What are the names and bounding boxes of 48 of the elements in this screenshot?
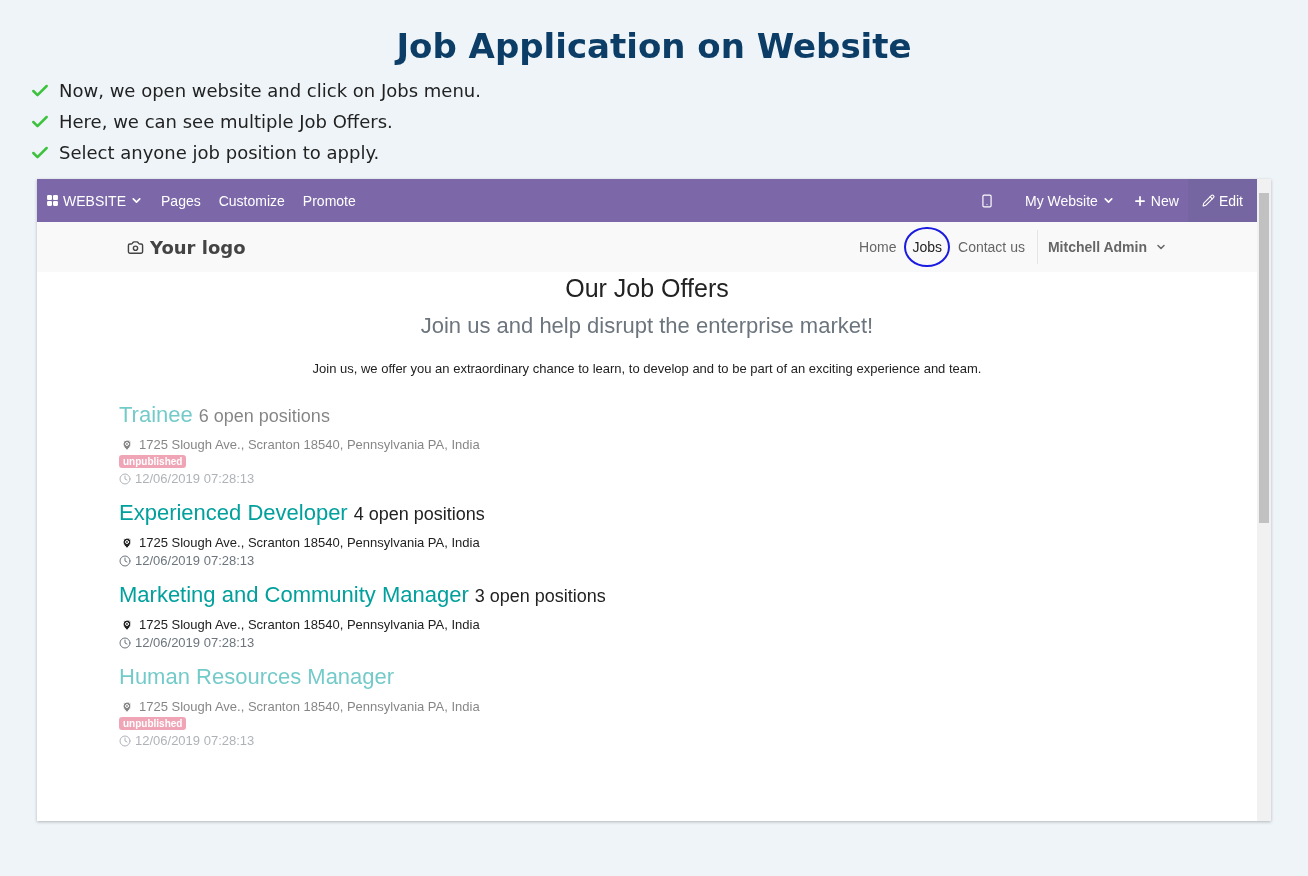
unpublished-badge: unpublished (119, 455, 187, 468)
job-date: 12/06/2019 07:28:13 (135, 471, 255, 486)
new-button[interactable]: New (1123, 179, 1188, 222)
nav-link[interactable]: Home (851, 237, 905, 257)
apps-menu[interactable]: WEBSITE (37, 179, 152, 222)
pencil-icon (1201, 194, 1215, 207)
nav-link[interactable]: Jobs (904, 227, 950, 267)
job-address: 1725 Slough Ave., Scranton 18540, Pennsylvania PA, India (139, 699, 480, 714)
dropdown-button[interactable]: My Website (1016, 179, 1124, 222)
admin-menu-item[interactable]: Customize (209, 179, 294, 222)
job-date: 12/06/2019 07:28:13 (135, 635, 255, 650)
nav-link[interactable]: Contact us (950, 237, 1033, 257)
clock-icon (119, 554, 131, 567)
map-pin-icon (121, 438, 133, 451)
admin-menu-item[interactable]: Promote (293, 179, 365, 222)
job-date: 12/06/2019 07:28:13 (135, 733, 255, 748)
open-positions-count: 4 open positions (353, 504, 485, 525)
job-date: 12/06/2019 07:28:13 (135, 553, 255, 568)
plus-icon (1132, 193, 1147, 208)
clock-icon (119, 472, 131, 485)
page-heading: Our Job Offers (564, 274, 730, 303)
job-title-link[interactable]: Marketing and Community Manager (119, 582, 469, 608)
edit-button[interactable]: Edit (1187, 179, 1257, 222)
user-menu[interactable]: Mitchell Admin (1036, 230, 1167, 264)
job-address: 1725 Slough Ave., Scranton 18540, Pennsylvania PA, India (139, 617, 480, 632)
scrollbar[interactable] (1257, 179, 1271, 821)
map-pin-icon (121, 618, 133, 631)
admin-menu-item[interactable]: Pages (152, 179, 210, 222)
open-positions-count: 3 open positions (474, 586, 606, 607)
step-text: Here, we can see multiple Job Offers. (59, 111, 393, 132)
intro-text: Join us, we offer you an extraordinary chance to learn, to develop and to be part of an exciting experience and team. (311, 361, 983, 376)
clock-icon (119, 636, 131, 649)
site-logo[interactable]: Your logo (150, 236, 246, 258)
open-positions-count: 6 open positions (198, 406, 330, 427)
page-title: Job Application on Website (393, 26, 913, 66)
camera-icon (127, 238, 144, 256)
unpublished-badge: unpublished (119, 717, 187, 730)
page-subheading: Join us and help disrupt the enterprise market! (419, 313, 875, 339)
grid-icon (46, 194, 59, 207)
job-address: 1725 Slough Ave., Scranton 18540, Pennsylvania PA, India (139, 437, 480, 452)
map-pin-icon (121, 536, 133, 549)
mobile-icon (980, 193, 994, 208)
step-text: Now, we open website and click on Jobs menu. (59, 80, 481, 101)
job-title-link[interactable]: Experienced Developer (119, 500, 348, 526)
step-text: Select anyone job position to apply. (59, 142, 380, 163)
map-pin-icon (121, 700, 133, 713)
job-address: 1725 Slough Ave., Scranton 18540, Pennsylvania PA, India (139, 535, 480, 550)
clock-icon (119, 734, 131, 747)
